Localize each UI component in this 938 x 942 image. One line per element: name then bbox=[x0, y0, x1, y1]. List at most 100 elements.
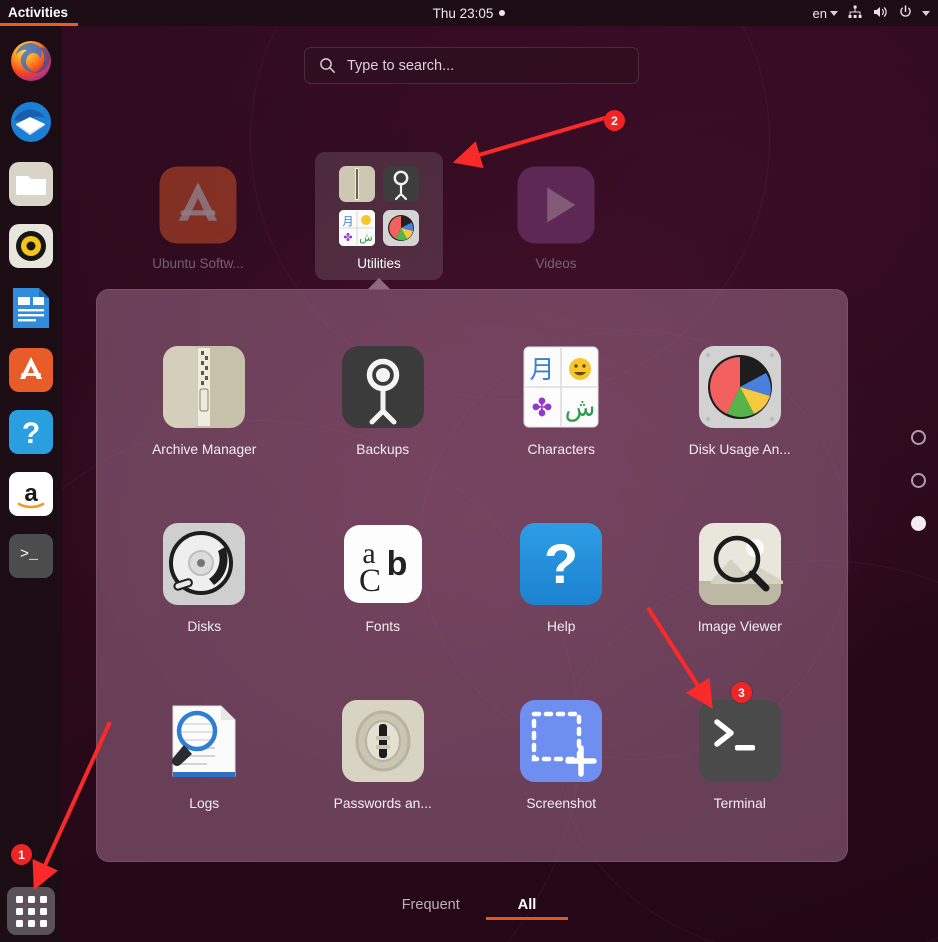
language-indicator[interactable]: en bbox=[813, 6, 838, 21]
grid-dot bbox=[40, 920, 47, 927]
folder-preview-grid: 月 ✤ ش bbox=[338, 165, 420, 247]
svg-text:C: C bbox=[359, 563, 381, 599]
disks-icon bbox=[161, 521, 247, 607]
image-viewer-icon bbox=[697, 521, 783, 607]
dock-item-firefox[interactable] bbox=[7, 36, 55, 84]
app-label: Fonts bbox=[365, 619, 400, 634]
grid-dot bbox=[16, 908, 23, 915]
power-icon[interactable] bbox=[898, 4, 913, 23]
mini-archive-manager-icon bbox=[338, 165, 376, 203]
dock-item-thunderbird[interactable] bbox=[7, 98, 55, 146]
characters-icon: 月 ✤ ش bbox=[518, 344, 604, 430]
svg-text:>_: >_ bbox=[20, 546, 39, 563]
app-help[interactable]: ? Help bbox=[472, 489, 651, 666]
app-logs[interactable]: Logs bbox=[115, 666, 294, 843]
utilities-folder[interactable]: 月 ✤ ش Utilities bbox=[315, 152, 443, 280]
annotation-badge-3: 3 bbox=[731, 682, 752, 703]
app-image-viewer[interactable]: Image Viewer bbox=[651, 489, 830, 666]
app-archive-manager[interactable]: Archive Manager bbox=[115, 312, 294, 489]
app-label: Ubuntu Softw... bbox=[133, 256, 263, 271]
videos-icon bbox=[514, 163, 598, 247]
clock-label[interactable]: Thu 23:05 bbox=[433, 6, 494, 21]
terminal-icon bbox=[697, 698, 783, 784]
page-dot-2[interactable] bbox=[911, 473, 926, 488]
app-label: Logs bbox=[189, 796, 219, 811]
page-indicator bbox=[911, 430, 926, 531]
page-dot-3[interactable] bbox=[911, 516, 926, 531]
mini-characters-icon: 月 ✤ ش bbox=[338, 209, 376, 247]
app-disk-usage-analyzer[interactable]: Disk Usage An... bbox=[651, 312, 830, 489]
annotation-badge-2: 2 bbox=[604, 110, 625, 131]
notification-dot-icon bbox=[499, 10, 505, 16]
svg-text:月: 月 bbox=[530, 355, 555, 384]
app-disks[interactable]: Disks bbox=[115, 489, 294, 666]
app-label: Help bbox=[547, 619, 575, 634]
app-label: Screenshot bbox=[526, 796, 596, 811]
app-grid: Archive Manager Backups bbox=[115, 312, 829, 843]
dock-item-help[interactable]: ? bbox=[7, 408, 55, 456]
show-applications-button[interactable] bbox=[7, 887, 55, 935]
folder-label: Utilities bbox=[315, 256, 443, 271]
desktop-overview: Activities Thu 23:05 en bbox=[0, 0, 938, 942]
app-ubuntu-software[interactable]: Ubuntu Softw... bbox=[133, 163, 263, 271]
app-screenshot[interactable]: Screenshot bbox=[472, 666, 651, 843]
svg-text:ش: ش bbox=[565, 393, 596, 422]
mini-disk-usage-icon bbox=[382, 209, 420, 247]
app-label: Image Viewer bbox=[698, 619, 782, 634]
dock-item-files[interactable] bbox=[7, 160, 55, 208]
svg-text:ش: ش bbox=[359, 231, 372, 244]
svg-text:✤: ✤ bbox=[343, 231, 352, 244]
chevron-down-icon bbox=[830, 11, 838, 16]
passwords-and-keys-icon bbox=[340, 698, 426, 784]
app-label: Disks bbox=[187, 619, 221, 634]
dock-item-amazon[interactable]: a bbox=[7, 470, 55, 518]
tab-all[interactable]: All bbox=[518, 897, 537, 920]
clock-area: Thu 23:05 bbox=[0, 0, 938, 26]
system-tray: en bbox=[813, 0, 930, 26]
search-icon bbox=[319, 57, 336, 74]
ubuntu-software-icon bbox=[156, 163, 240, 247]
backups-icon bbox=[340, 344, 426, 430]
dock-item-ubuntu-software[interactable] bbox=[7, 346, 55, 394]
app-characters[interactable]: 月 ✤ ش Characters bbox=[472, 312, 651, 489]
help-icon: ? bbox=[518, 521, 604, 607]
grid-dot bbox=[16, 896, 23, 903]
activities-button[interactable]: Activities bbox=[0, 0, 78, 26]
app-backups[interactable]: Backups bbox=[294, 312, 473, 489]
page-dot-1[interactable] bbox=[911, 430, 926, 445]
svg-text:b: b bbox=[386, 545, 407, 583]
fonts-icon: a b C bbox=[340, 521, 426, 607]
top-bar: Activities Thu 23:05 en bbox=[0, 0, 938, 26]
system-menu-chevron-icon[interactable] bbox=[922, 11, 930, 16]
app-videos[interactable]: Videos bbox=[491, 163, 621, 271]
tab-frequent[interactable]: Frequent bbox=[402, 897, 460, 920]
mini-backups-icon bbox=[382, 165, 420, 203]
utilities-folder-popup: Archive Manager Backups bbox=[96, 289, 848, 862]
app-label: Backups bbox=[356, 442, 409, 457]
view-tabs: Frequent All bbox=[0, 897, 938, 920]
dock-item-terminal[interactable]: >_ bbox=[7, 532, 55, 580]
dock: ? a >_ bbox=[0, 26, 62, 942]
app-label: Characters bbox=[528, 442, 595, 457]
dock-item-rhythmbox[interactable] bbox=[7, 222, 55, 270]
grid-dot bbox=[40, 896, 47, 903]
annotation-badge-1: 1 bbox=[11, 844, 32, 865]
grid-dot bbox=[40, 908, 47, 915]
app-label: Disk Usage An... bbox=[689, 442, 791, 457]
grid-dot bbox=[28, 908, 35, 915]
svg-text:?: ? bbox=[22, 417, 40, 450]
grid-dot bbox=[28, 920, 35, 927]
app-passwords-and-keys[interactable]: Passwords an... bbox=[294, 666, 473, 843]
app-label: Passwords an... bbox=[334, 796, 432, 811]
app-fonts[interactable]: a b C Fonts bbox=[294, 489, 473, 666]
network-icon[interactable] bbox=[847, 4, 863, 23]
grid-dot bbox=[16, 920, 23, 927]
volume-icon[interactable] bbox=[872, 4, 889, 23]
app-label: Archive Manager bbox=[152, 442, 256, 457]
svg-text:?: ? bbox=[544, 532, 578, 595]
dock-item-libreoffice-writer[interactable] bbox=[7, 284, 55, 332]
search-input[interactable]: Type to search... bbox=[304, 47, 639, 84]
grid-dot bbox=[28, 896, 35, 903]
logs-icon bbox=[161, 698, 247, 784]
svg-text:a: a bbox=[24, 480, 38, 507]
